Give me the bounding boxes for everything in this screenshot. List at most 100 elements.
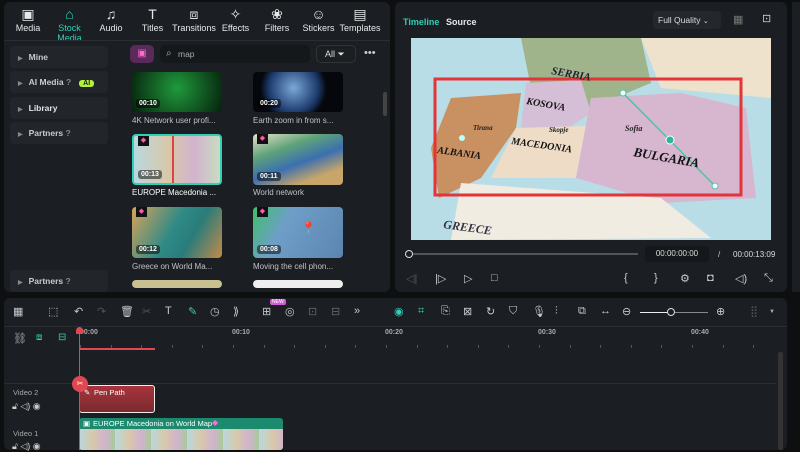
media-thumb[interactable]: ◆ 📍 00:08 <box>253 207 343 258</box>
track-height-icon[interactable]: ⣿ <box>750 305 758 318</box>
speed-timer-icon[interactable]: ◷ <box>210 305 220 318</box>
unlink-icon[interactable]: ⛓ <box>13 332 27 345</box>
clip-label: EUROPE Macedonia on World Map <box>93 419 213 428</box>
export-frame-icon[interactable]: ⎘ <box>441 305 450 318</box>
zoom-out-icon[interactable]: ⊖ <box>622 305 631 318</box>
mark-in-icon[interactable]: { <box>624 272 628 284</box>
render-settings-icon[interactable]: ⚙ <box>680 272 690 285</box>
play-icon[interactable]: ▷ <box>464 272 472 285</box>
label: Partners <box>28 276 64 286</box>
shield-icon[interactable]: ⛉ <box>509 305 517 318</box>
media-thumb-selected[interactable]: ◆ 00:13 <box>132 134 222 185</box>
media-thumb[interactable]: ◆ 00:11 <box>253 134 343 185</box>
tab-timeline[interactable]: Timeline <box>403 17 439 27</box>
layout-icon[interactable]: ▦ <box>733 13 743 26</box>
tab-stickers[interactable]: ☺ Stickers <box>297 6 341 33</box>
image-icon[interactable]: ⊠ <box>463 305 472 318</box>
pen-path-clip[interactable]: ✎ Pen Path <box>79 385 155 413</box>
marker-icon[interactable]: ⌗ <box>418 305 424 318</box>
ai-tools-icon[interactable]: ⊞ <box>262 305 271 318</box>
sidebar-item-ai-media[interactable]: ▶ AI Media ? AI <box>10 71 108 93</box>
lock-icon[interactable]: 🔓︎ <box>12 401 18 411</box>
more-tools-icon[interactable]: » <box>354 305 360 317</box>
more-icon[interactable]: ••• <box>364 47 376 59</box>
timeline-scrollbar[interactable] <box>778 352 783 450</box>
sidebar-item-mine[interactable]: ▶ Mine <box>10 46 108 68</box>
tab-media[interactable]: ▣ Media <box>6 6 50 33</box>
work-area-bar[interactable] <box>79 348 155 350</box>
smart-cutout-icon[interactable]: ⊡ <box>308 305 317 318</box>
ai-badge: AI <box>79 80 95 87</box>
replace-icon[interactable]: ⧉ <box>578 305 586 318</box>
playhead-handle[interactable] <box>76 327 83 334</box>
tab-transitions[interactable]: ⧈ Transitions <box>172 6 216 33</box>
path-point[interactable] <box>619 89 627 97</box>
delete-icon[interactable]: 🗑 <box>120 305 134 318</box>
ruler-tick <box>324 345 326 348</box>
snapshot-camera-icon[interactable]: ◘ <box>707 272 714 284</box>
duration: 00:13 <box>138 170 162 179</box>
track-manage-icon[interactable]: ⊟ <box>58 332 66 343</box>
tab-titles[interactable]: T Titles <box>131 6 175 33</box>
tab-source[interactable]: Source <box>446 17 477 27</box>
keyframe-icon[interactable]: ⟫ <box>233 305 239 318</box>
media-thumb[interactable]: 00:20 <box>253 72 343 112</box>
mark-out-icon[interactable]: } <box>654 272 658 284</box>
sidebar-item-library[interactable]: ▶ Library <box>10 97 108 119</box>
path-point[interactable] <box>711 182 719 190</box>
media-thumb[interactable]: 00:10 <box>132 72 222 112</box>
eye-icon[interactable]: ◉ <box>33 401 41 411</box>
scrub-handle[interactable] <box>405 250 413 258</box>
media-thumb[interactable]: ◆ 00:12 <box>132 207 222 258</box>
fullscreen-icon[interactable]: ⤡ <box>764 272 773 285</box>
video-clip[interactable]: ▣ EUROPE Macedonia on World Map ◆ <box>79 418 283 450</box>
stop-icon[interactable]: □ <box>491 272 498 284</box>
next-frame-icon[interactable]: |▷ <box>435 272 446 285</box>
ai-audio-icon[interactable]: ◎ <box>285 305 295 318</box>
text-tool-icon[interactable]: T <box>165 305 172 317</box>
video-preview[interactable]: SERBIA KOSOVA Tirana Skopje ALBANIA MACE… <box>411 38 771 240</box>
tab-filters[interactable]: ❀ Filters <box>255 6 299 33</box>
link-tracks-icon[interactable]: ⧈ <box>36 332 42 343</box>
sidebar-item-partners-bottom[interactable]: ▶ Partners ? <box>10 270 108 292</box>
subtitle-icon[interactable]: ⊟ <box>331 305 340 318</box>
path-point[interactable] <box>665 135 675 145</box>
stock-store-icon[interactable]: ▣ <box>130 45 154 63</box>
audio-mixer-icon[interactable]: ⫶ <box>555 305 558 318</box>
zoom-in-icon[interactable]: ⊕ <box>716 305 725 318</box>
microphone-icon[interactable]: 🎙 <box>532 305 546 318</box>
media-thumb[interactable] <box>132 280 222 288</box>
previous-frame-icon[interactable]: ◁| <box>406 272 417 285</box>
scopes-icon[interactable]: ⊡ <box>762 12 771 25</box>
scissors-icon[interactable]: ✂ <box>72 376 88 392</box>
track-name: Video 1 <box>13 429 39 438</box>
fit-timeline-icon[interactable]: ↔ <box>600 305 611 317</box>
filter-button[interactable]: All ⏷ <box>316 45 356 63</box>
quality-dropdown[interactable]: Full Quality ⌄ <box>653 11 721 29</box>
scrollbar[interactable] <box>383 92 387 116</box>
current-time[interactable]: 00:00:00:00 <box>645 246 709 262</box>
auto-sync-icon[interactable]: ↻ <box>486 305 495 318</box>
tab-effects[interactable]: ✧ Effects <box>214 6 258 33</box>
ruler-label: 00:10 <box>232 329 250 336</box>
tab-stock-media[interactable]: ⌂ Stock Media <box>48 6 92 43</box>
cut-icon[interactable]: ✂ <box>142 305 151 318</box>
redo-icon[interactable]: ↷ <box>97 305 106 318</box>
pen-tool-icon[interactable]: ✎ <box>188 305 197 318</box>
ai-assistant-icon[interactable]: ◉ <box>394 305 404 318</box>
speaker-icon[interactable]: ◁) <box>20 401 30 411</box>
sidebar-item-partners[interactable]: ▶ Partners ? <box>10 122 108 144</box>
undo-icon[interactable]: ↶ <box>74 305 83 318</box>
dropdown-arrow-icon[interactable]: ▼ <box>769 309 775 315</box>
media-thumb[interactable] <box>253 280 343 288</box>
scrub-bar[interactable] <box>408 253 638 255</box>
select-tool-icon[interactable]: ⬚ <box>48 305 58 318</box>
zoom-slider-handle[interactable] <box>666 308 675 316</box>
ruler-tick <box>355 345 357 348</box>
search-input[interactable]: ⌕ map <box>160 45 310 63</box>
layout-grid-icon[interactable]: ▦ <box>13 305 23 318</box>
tab-audio[interactable]: ♫ Audio <box>89 6 133 33</box>
volume-icon[interactable]: ◁) <box>735 272 747 285</box>
path-point[interactable] <box>459 135 465 141</box>
tab-templates[interactable]: ▤ Templates <box>338 6 382 33</box>
